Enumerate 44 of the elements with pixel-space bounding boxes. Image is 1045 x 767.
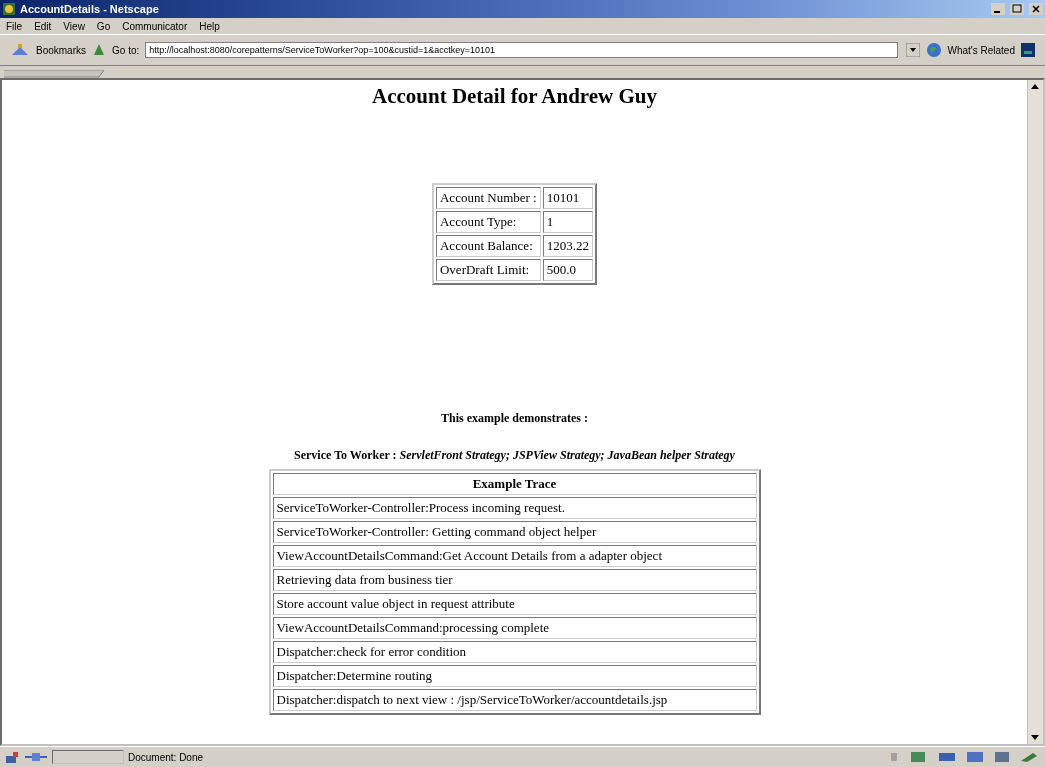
dropdown-icon[interactable] [905, 43, 920, 57]
table-cell: ServiceToWorker-Controller:Process incoming request. [272, 497, 757, 519]
table-cell: ServiceToWorker-Controller: Getting command object helper [272, 521, 757, 543]
page-heading: Account Detail for Andrew Guy [371, 84, 658, 109]
menu-item[interactable]: Help [199, 20, 220, 32]
patterns-text: Service To Worker : ServletFront Strategy; JSPView Strategy; JavaBean helper Strategy [294, 448, 735, 463]
url-field[interactable]: http://localhost:8080/corepatterns/ServiceToWorker?op=100&custid=1&acctkey=10101 [145, 42, 898, 58]
label-cell: Account Number : [436, 187, 541, 209]
table-cell: Retrieving data from business tier [272, 569, 757, 591]
table-cell: Dispatcher:Determine routing [272, 665, 757, 687]
window-title: AccountDetails - Netscape [20, 3, 159, 15]
scrollbar[interactable] [1027, 80, 1043, 744]
menu-item[interactable]: Go [96, 20, 111, 32]
globe-icon[interactable] [925, 42, 942, 58]
bookmark-icon[interactable] [10, 43, 30, 57]
menu-item[interactable]: Edit [34, 20, 52, 32]
value-cell: 1203.22 [542, 235, 593, 257]
label-cell: OverDraft Limit: [436, 259, 541, 281]
maximize-icon[interactable] [1010, 3, 1024, 15]
table-cell: Store account value object in request attribute [272, 593, 757, 615]
status-text: Document: Done [128, 751, 204, 763]
menu-item[interactable]: File [6, 20, 23, 32]
table-cell: ViewAccountDetailsCommand:processing complete [272, 617, 757, 639]
minimize-icon[interactable] [991, 3, 1005, 15]
table-cell: Dispatcher:dispatch to next view : /jsp/ServiceToWorker/accountdetails.jsp [272, 689, 757, 711]
security-icon [4, 750, 20, 764]
app-icon [2, 2, 16, 16]
value-cell: 1 [542, 211, 593, 233]
whats-related-button[interactable]: What's Related [947, 44, 1015, 56]
label-cell: Account Type: [436, 211, 541, 233]
location-icon[interactable] [92, 43, 106, 57]
label-cell: Account Balance: [436, 235, 541, 257]
table-cell: ViewAccountDetailsCommand:Get Account Details from a adapter object [272, 545, 757, 567]
intro-text: This example demonstrates : [441, 411, 588, 426]
connection-icon [24, 750, 48, 764]
close-icon[interactable] [1029, 3, 1043, 15]
table-cell: Dispatcher:check for error condition [272, 641, 757, 663]
menu-item[interactable]: View [63, 20, 85, 32]
menu-item[interactable]: Communicator [122, 20, 188, 32]
go-to-label: Go to: [112, 44, 140, 56]
value-cell: 500.0 [542, 259, 593, 281]
bookmarks-button[interactable]: Bookmarks [36, 44, 86, 56]
value-cell: 10101 [542, 187, 593, 209]
column-header: Example Trace [272, 473, 757, 495]
